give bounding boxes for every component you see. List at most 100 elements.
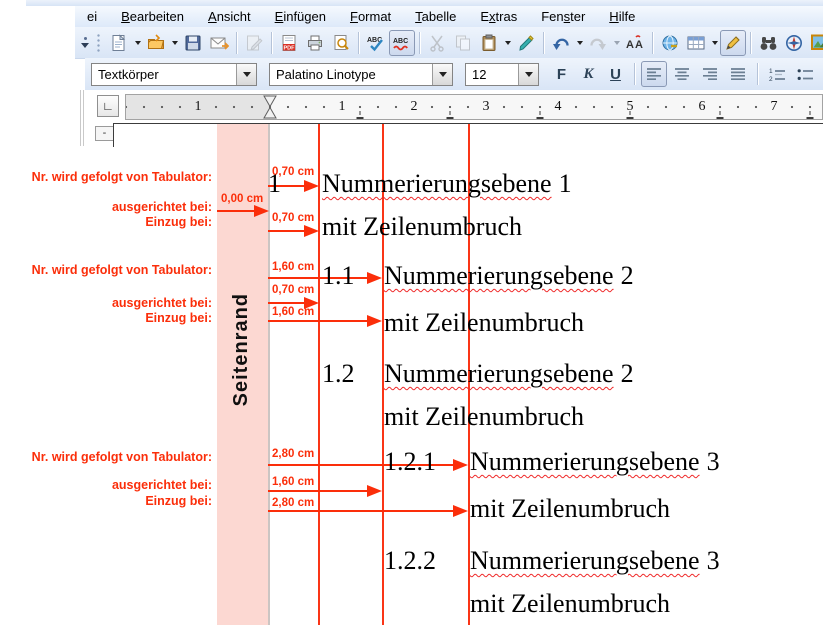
doc-line-wrap[interactable]: mit Zeilenumbruch bbox=[470, 494, 670, 524]
font-size-value[interactable]: 12 bbox=[466, 64, 518, 85]
measure-arrow bbox=[268, 320, 367, 322]
horizontal-ruler[interactable]: 1 1 2 3 4 5 6 7 bbox=[125, 94, 823, 120]
underline-button[interactable]: U bbox=[603, 62, 628, 87]
formatting-toolbar: Textkörper Palatino Linotype 12 F K U bbox=[85, 58, 823, 90]
spellcheck-button[interactable]: ABC bbox=[363, 30, 389, 56]
align-left-icon bbox=[646, 67, 662, 81]
redo-button[interactable] bbox=[585, 30, 611, 56]
svg-text:2: 2 bbox=[769, 76, 773, 82]
paragraph-style-value[interactable]: Textkörper bbox=[92, 64, 236, 85]
italic-button[interactable]: K bbox=[576, 62, 601, 87]
find-button[interactable] bbox=[755, 30, 781, 56]
list-number-level2[interactable]: 1.2 bbox=[322, 359, 355, 389]
gallery-button[interactable] bbox=[807, 30, 823, 56]
anno-g2-tab-label: Nr. wird gefolgt von Tabulator: bbox=[0, 263, 212, 277]
list-number-level2[interactable]: 1.1 bbox=[322, 261, 355, 291]
navigator-button[interactable] bbox=[781, 30, 807, 56]
align-left-button[interactable] bbox=[641, 61, 667, 87]
doc-line[interactable]: Nummerierungsebene1 bbox=[322, 169, 572, 199]
menu-item-datei-partial[interactable]: ei bbox=[75, 6, 109, 27]
paste-dropdown[interactable] bbox=[502, 31, 513, 55]
menu-item-bearbeiten[interactable]: Bearbeiten bbox=[109, 6, 196, 27]
font-name-combo[interactable]: Palatino Linotype bbox=[269, 63, 453, 86]
justify-button[interactable] bbox=[725, 61, 751, 87]
table-icon bbox=[687, 35, 705, 51]
doc-line[interactable]: Nummerierungsebene3 bbox=[470, 546, 720, 576]
font-size-combo[interactable]: 12 bbox=[465, 63, 539, 86]
cm-value: 2,80 cm bbox=[272, 497, 314, 509]
table-dropdown[interactable] bbox=[709, 31, 720, 55]
edit-file-button[interactable] bbox=[241, 30, 267, 56]
page-preview-button[interactable] bbox=[328, 30, 354, 56]
align-center-button[interactable] bbox=[669, 61, 695, 87]
hyperlink-icon bbox=[661, 34, 679, 52]
ruler-number-3: 3 bbox=[480, 98, 493, 115]
open-icon bbox=[147, 34, 165, 52]
format-paintbrush-button[interactable] bbox=[513, 30, 539, 56]
ruler-number-7: 7 bbox=[768, 98, 781, 115]
doc-line-wrap[interactable]: mit Zeilenumbruch bbox=[384, 402, 584, 432]
default-tabstop-mark bbox=[357, 111, 364, 119]
menu-item-ansicht[interactable]: Ansicht bbox=[196, 6, 263, 27]
toolbar-grip[interactable] bbox=[96, 33, 101, 53]
open-dropdown[interactable] bbox=[169, 31, 180, 55]
toolbar-overflow-button[interactable] bbox=[77, 32, 93, 54]
email-button[interactable] bbox=[206, 30, 232, 56]
doc-line-wrap[interactable]: mit Zeilenumbruch bbox=[470, 589, 670, 619]
undo-dropdown[interactable] bbox=[574, 31, 585, 55]
new-document-dropdown[interactable] bbox=[132, 31, 143, 55]
paragraph-style-combo[interactable]: Textkörper bbox=[91, 63, 257, 86]
menu-item-format[interactable]: Format bbox=[338, 6, 403, 27]
table-button[interactable] bbox=[683, 30, 709, 56]
binoculars-icon bbox=[759, 34, 778, 52]
document-left-border bbox=[113, 123, 114, 147]
redo-dropdown[interactable] bbox=[611, 31, 622, 55]
hyperlink-button[interactable] bbox=[657, 30, 683, 56]
cut-button[interactable] bbox=[424, 30, 450, 56]
list-number-level3[interactable]: 1.2.2 bbox=[384, 546, 436, 576]
font-name-value[interactable]: Palatino Linotype bbox=[270, 64, 432, 85]
font-name-dropdown[interactable] bbox=[432, 64, 452, 85]
doc-line[interactable]: Nummerierungsebene3 bbox=[470, 447, 720, 477]
paragraph-style-dropdown[interactable] bbox=[236, 64, 256, 85]
numbered-list-button[interactable]: 12 bbox=[764, 61, 790, 87]
align-right-button[interactable] bbox=[697, 61, 723, 87]
drawing-functions-button[interactable] bbox=[720, 30, 746, 56]
find-replace-button[interactable]: AA bbox=[622, 30, 648, 56]
measure-arrow bbox=[268, 302, 304, 304]
measure-arrow bbox=[217, 210, 254, 212]
font-size-dropdown[interactable] bbox=[518, 64, 538, 85]
format-paintbrush-icon bbox=[517, 34, 535, 52]
print-button[interactable] bbox=[302, 30, 328, 56]
doc-line[interactable]: Nummerierungsebene2 bbox=[384, 359, 634, 389]
doc-line-wrap[interactable]: mit Zeilenumbruch bbox=[384, 308, 584, 338]
open-button[interactable] bbox=[143, 30, 169, 56]
list-number-level1[interactable]: 1 bbox=[268, 169, 281, 199]
justify-icon bbox=[730, 67, 746, 81]
ruler-number-2: 2 bbox=[408, 98, 421, 115]
export-pdf-button[interactable]: PDF bbox=[276, 30, 302, 56]
save-button[interactable] bbox=[180, 30, 206, 56]
list-number-level3[interactable]: 1.2.1 bbox=[384, 447, 436, 477]
undo-button[interactable] bbox=[548, 30, 574, 56]
tab-type-selector[interactable]: ∟ bbox=[97, 95, 119, 117]
new-document-button[interactable] bbox=[106, 30, 132, 56]
menu-item-einfuegen[interactable]: Einfügen bbox=[263, 6, 338, 27]
window-edge-line bbox=[80, 90, 81, 146]
doc-line-wrap[interactable]: mit Zeilenumbruch bbox=[322, 212, 522, 242]
bullet-list-button[interactable] bbox=[792, 61, 818, 87]
menu-item-tabelle[interactable]: Tabelle bbox=[403, 6, 468, 27]
menu-item-hilfe[interactable]: Hilfe bbox=[597, 6, 647, 27]
doc-line[interactable]: Nummerierungsebene2 bbox=[384, 261, 634, 291]
window-edge-line-2 bbox=[83, 90, 84, 146]
auto-spellcheck-button[interactable]: ABC bbox=[389, 30, 415, 56]
vertical-ruler-button[interactable]: - bbox=[95, 126, 114, 141]
paste-button[interactable] bbox=[476, 30, 502, 56]
indent-marker[interactable] bbox=[263, 95, 277, 119]
copy-button[interactable] bbox=[450, 30, 476, 56]
page-preview-icon bbox=[332, 34, 350, 52]
menu-item-fenster[interactable]: Fenster bbox=[529, 6, 597, 27]
bold-button[interactable]: F bbox=[549, 62, 574, 87]
menu-item-extras[interactable]: Extras bbox=[468, 6, 529, 27]
email-icon bbox=[210, 34, 229, 52]
